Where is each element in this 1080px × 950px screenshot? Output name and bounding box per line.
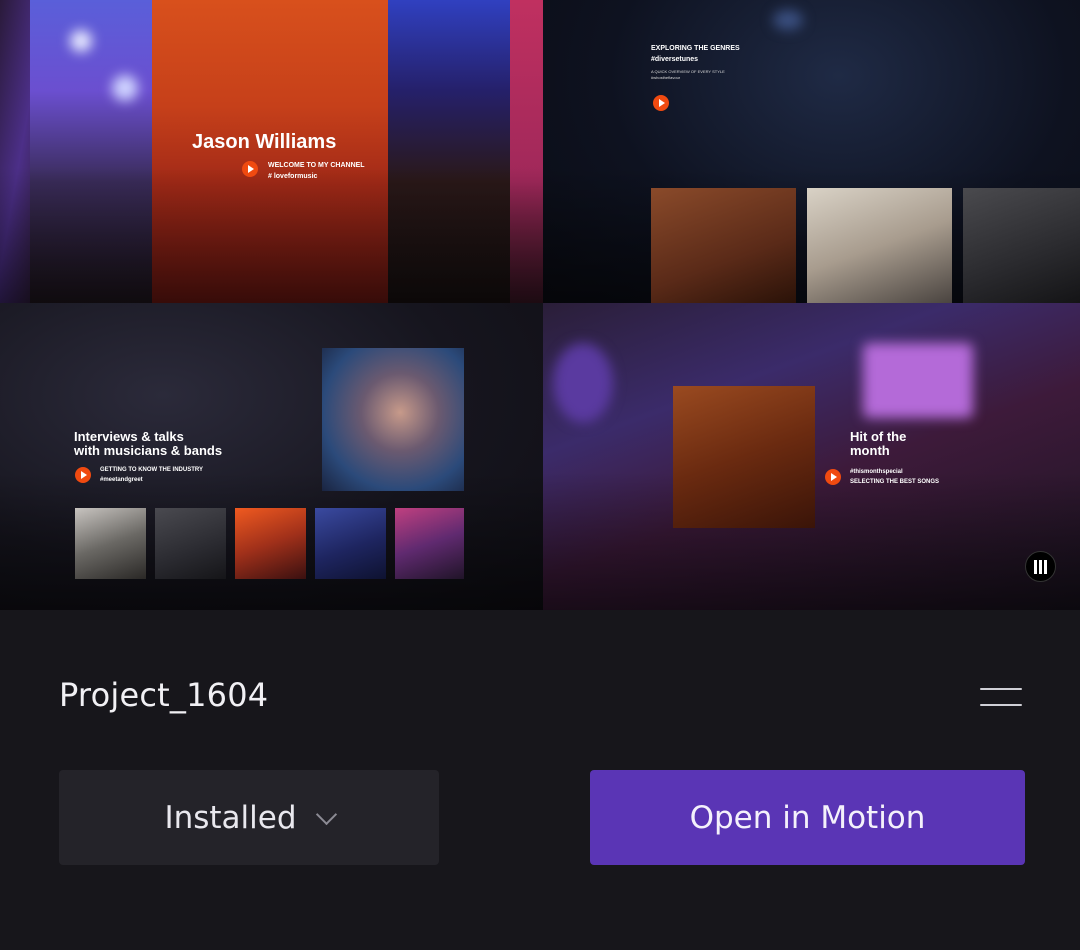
crowd-thumbnail bbox=[315, 508, 386, 579]
play-icon bbox=[75, 467, 91, 483]
genres-small-2: #whostheflavour bbox=[651, 75, 681, 80]
menu-button[interactable] bbox=[980, 688, 1022, 710]
hit-sub-1: #thismonthspecial bbox=[850, 469, 903, 475]
preview-scene-jason-williams: Jason Williams WELCOME TO MY CHANNEL # l… bbox=[0, 0, 543, 303]
installed-dropdown-button[interactable]: Installed bbox=[59, 770, 439, 865]
genres-title: EXPLORING THE GENRES #diversetunes bbox=[651, 43, 740, 65]
stage-screen bbox=[863, 343, 973, 418]
crowd-silhouette bbox=[0, 166, 543, 303]
festival-thumbnail bbox=[395, 508, 464, 579]
interviews-subtitle: GETTING TO KNOW THE INDUSTRY #meetandgre… bbox=[100, 465, 203, 485]
turntable-thumbnail bbox=[75, 508, 146, 579]
jason-line-1: WELCOME TO MY CHANNEL bbox=[268, 162, 365, 169]
hit-sub-2: SELECTING THE BEST SONGS bbox=[850, 479, 940, 485]
stage-light bbox=[773, 10, 803, 30]
guitarist-thumbnail bbox=[155, 508, 226, 579]
jason-subtitle: WELCOME TO MY CHANNEL # loveformusic bbox=[268, 160, 365, 182]
interviews-line-1: Interviews & talks bbox=[74, 429, 184, 444]
open-in-motion-label: Open in Motion bbox=[689, 799, 926, 836]
menu-icon-line-top bbox=[980, 688, 1022, 690]
logo-bar bbox=[1039, 559, 1042, 574]
piano-thumbnail bbox=[807, 188, 952, 303]
interviews-sub-1: GETTING TO KNOW THE INDUSTRY bbox=[100, 467, 203, 473]
mixer-thumbnail bbox=[963, 188, 1080, 303]
stage-thumbnail bbox=[235, 508, 306, 579]
installed-label: Installed bbox=[164, 799, 297, 836]
headphones-photo bbox=[322, 348, 464, 491]
genres-line-2: #diversetunes bbox=[651, 56, 699, 63]
hit-subtitle: #thismonthspecial SELECTING THE BEST SON… bbox=[850, 467, 939, 487]
project-title: Project_1604 bbox=[59, 676, 269, 714]
chevron-down-icon bbox=[315, 803, 337, 826]
hit-line-1: Hit of the bbox=[850, 429, 907, 444]
jason-line-2: # loveformusic bbox=[268, 173, 318, 180]
stage-light bbox=[70, 30, 92, 52]
play-icon bbox=[825, 469, 841, 485]
hit-title: Hit of the month bbox=[850, 430, 906, 458]
logo-bar bbox=[1034, 559, 1037, 574]
interviews-line-2: with musicians & bands bbox=[74, 443, 223, 458]
play-icon bbox=[242, 161, 258, 177]
jason-title: Jason Williams bbox=[192, 131, 337, 153]
genres-line-1: EXPLORING THE GENRES bbox=[651, 45, 740, 52]
play-icon bbox=[653, 95, 669, 111]
interviews-sub-2: #meetandgreet bbox=[100, 477, 143, 483]
guitar-singer-photo bbox=[673, 386, 815, 528]
open-in-motion-button[interactable]: Open in Motion bbox=[590, 770, 1025, 865]
genres-small: A QUICK OVERVIEW OF EVERY STYLE #whosthe… bbox=[651, 69, 725, 81]
motion-array-logo-icon bbox=[1025, 551, 1056, 582]
preview-scene-interviews: Interviews & talks with musicians & band… bbox=[0, 303, 543, 610]
template-preview[interactable]: Jason Williams WELCOME TO MY CHANNEL # l… bbox=[0, 0, 1080, 610]
interviews-title: Interviews & talks with musicians & band… bbox=[74, 430, 222, 458]
stage-light bbox=[553, 343, 613, 423]
stage-light bbox=[112, 75, 138, 101]
preview-scene-hit-of-the-month: Hit of the month #thismonthspecial SELEC… bbox=[543, 303, 1080, 610]
menu-icon-line-bottom bbox=[980, 704, 1022, 706]
preview-scene-genres: EXPLORING THE GENRES #diversetunes A QUI… bbox=[543, 0, 1080, 303]
singer-thumbnail bbox=[651, 188, 796, 303]
hit-line-2: month bbox=[850, 443, 890, 458]
logo-bar bbox=[1044, 559, 1047, 574]
